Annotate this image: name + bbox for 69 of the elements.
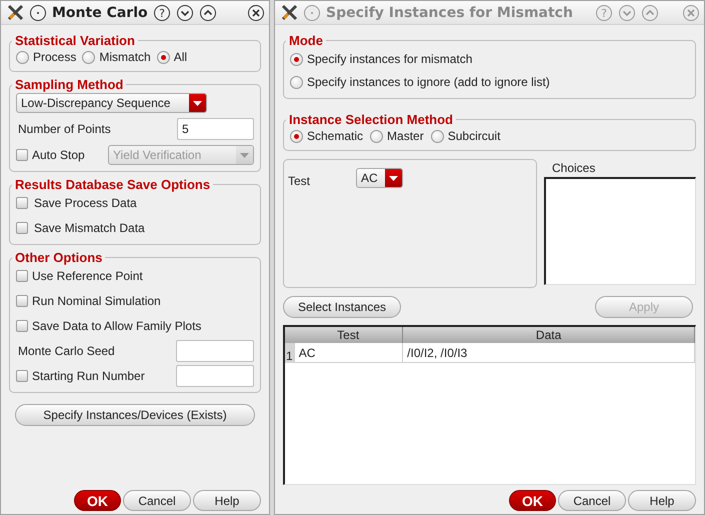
maximize-icon[interactable]: [198, 4, 217, 22]
app-logo-icon[interactable]: [281, 4, 298, 21]
checkbox[interactable]: [16, 270, 28, 282]
radio-button[interactable]: [156, 50, 170, 64]
radio-label[interactable]: Process: [33, 50, 76, 64]
caret-icon: [389, 176, 398, 180]
table-cell[interactable]: /I0/I2, /I0/I3: [402, 343, 694, 362]
dropdown[interactable]: AC: [356, 168, 404, 188]
input-field[interactable]: [176, 365, 254, 387]
field-label: Monte Carlo Seed: [17, 344, 115, 358]
checkbox[interactable]: [16, 370, 28, 382]
specify-button[interactable]: Specify Instances/Devices (Exists): [15, 404, 255, 426]
checkbox-label[interactable]: Starting Run Number: [32, 369, 145, 383]
radio-label[interactable]: All: [174, 50, 188, 64]
dialog-button[interactable]: Cancel: [123, 490, 191, 511]
field-label: Number of Points: [17, 122, 111, 136]
list-label: Choices: [551, 160, 596, 175]
group-title: Instance Selection Method: [288, 112, 454, 127]
radio-label[interactable]: Mismatch: [99, 50, 151, 64]
radio-label[interactable]: Subcircuit: [448, 129, 500, 143]
input-field[interactable]: 5: [177, 118, 254, 140]
group-title: Statistical Variation: [14, 33, 136, 48]
radio-button[interactable]: [430, 130, 444, 142]
caret-icon: [240, 152, 249, 158]
help-icon[interactable]: ?: [152, 4, 171, 22]
radio-button[interactable]: [290, 76, 303, 88]
checkbox-label[interactable]: Save Data to Allow Family Plots: [32, 319, 202, 333]
radio-button[interactable]: [82, 50, 96, 64]
caret-icon: [193, 100, 202, 106]
radio-label[interactable]: Specify instances to ignore (add to ignore list): [307, 75, 550, 89]
checkbox[interactable]: [16, 295, 28, 307]
app-logo-icon[interactable]: [7, 4, 24, 21]
checkbox-label[interactable]: Save Mismatch Data: [34, 221, 145, 235]
dialog-button[interactable]: Help: [628, 490, 696, 511]
radio-button[interactable]: [16, 50, 29, 64]
group-title: Results Database Save Options: [14, 177, 212, 192]
field-label: Test: [288, 174, 310, 188]
checkbox[interactable]: [16, 222, 28, 234]
dialog-button[interactable]: Cancel: [558, 490, 626, 511]
column-header[interactable]: Test: [294, 327, 403, 343]
row-number: 1: [285, 343, 294, 362]
group-title: Sampling Method: [14, 77, 124, 92]
radio-label[interactable]: Master: [387, 129, 424, 143]
ok-button[interactable]: OK: [74, 490, 121, 511]
table-cell[interactable]: AC: [294, 343, 403, 362]
radio-label[interactable]: Specify instances for mismatch: [307, 52, 472, 66]
radio-button[interactable]: [290, 130, 303, 142]
checkbox-label[interactable]: Run Nominal Simulation: [32, 294, 161, 308]
radio-button[interactable]: [290, 52, 303, 66]
group-title: Mode: [288, 33, 324, 48]
minimize-icon[interactable]: [176, 4, 194, 22]
choices-list[interactable]: [544, 177, 696, 285]
dropdown[interactable]: Low-Discrepancy Sequence: [16, 93, 207, 113]
checkbox[interactable]: [16, 320, 28, 332]
checkbox-label[interactable]: Save Process Data: [34, 196, 137, 210]
column-header[interactable]: Data: [402, 327, 694, 343]
checkbox-label[interactable]: Use Reference Point: [32, 269, 143, 283]
window-title: Specify Instances for Mismatch: [326, 4, 573, 20]
window-menu-icon[interactable]: [29, 4, 47, 22]
close-icon[interactable]: [247, 4, 265, 22]
dialog-button[interactable]: Help: [193, 490, 261, 511]
radio-button[interactable]: [370, 130, 384, 142]
group-title: Other Options: [14, 250, 104, 265]
input-field[interactable]: [176, 340, 254, 362]
ok-button[interactable]: OK: [509, 490, 556, 511]
select-instances-button[interactable]: Select Instances: [283, 296, 401, 318]
window-title: Monte Carlo: [52, 4, 148, 20]
checkbox[interactable]: [16, 197, 28, 209]
radio-label[interactable]: Schematic: [307, 129, 364, 143]
